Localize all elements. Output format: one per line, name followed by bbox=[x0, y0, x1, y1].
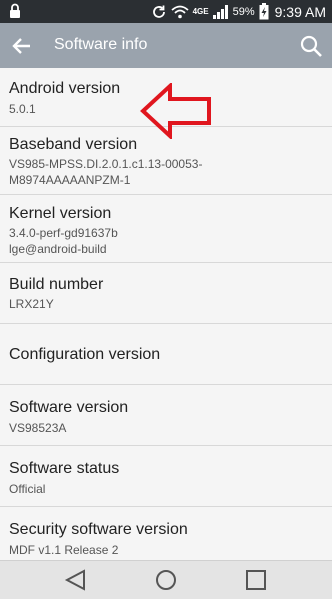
search-icon[interactable] bbox=[298, 33, 324, 59]
item-value-line-2: M8974AAAAANPZM-1 bbox=[9, 173, 131, 187]
wifi-icon bbox=[170, 5, 189, 18]
item-value: LRX21Y bbox=[9, 297, 54, 311]
item-title: Android version bbox=[9, 80, 121, 97]
app-bar: Software info bbox=[0, 23, 332, 68]
list-item-software-status[interactable]: Software status Official bbox=[0, 446, 332, 507]
network-type-label: 4GE bbox=[192, 6, 209, 16]
item-value-line-2: lge@android-build bbox=[9, 242, 107, 256]
annotation-arrow-icon bbox=[140, 83, 211, 139]
list-item-build-number[interactable]: Build number LRX21Y bbox=[0, 263, 332, 324]
battery-charging-icon bbox=[259, 3, 269, 20]
clock: 9:39 AM bbox=[274, 3, 326, 20]
signal-icon bbox=[212, 4, 228, 19]
item-title: Security software version bbox=[9, 521, 188, 538]
page-title: Software info bbox=[54, 36, 148, 53]
item-value: VS98523A bbox=[9, 421, 67, 435]
navigation-bar bbox=[0, 560, 332, 599]
item-title: Build number bbox=[9, 276, 104, 293]
item-title: Software status bbox=[9, 460, 120, 477]
list-item-kernel-version[interactable]: Kernel version 3.4.0-perf-gd91637b lge@a… bbox=[0, 195, 332, 263]
back-arrow-icon[interactable] bbox=[10, 34, 34, 58]
item-title: Configuration version bbox=[9, 346, 161, 363]
sync-icon bbox=[152, 5, 165, 18]
list-item-software-version[interactable]: Software version VS98523A bbox=[0, 385, 332, 446]
battery-percent: 59% bbox=[232, 5, 255, 18]
lock-icon bbox=[10, 3, 20, 18]
item-value: 5.0.1 bbox=[9, 102, 36, 116]
item-title: Software version bbox=[9, 399, 129, 416]
item-value: MDF v1.1 Release 2 bbox=[9, 543, 119, 557]
recent-apps-square-icon[interactable] bbox=[244, 569, 268, 591]
item-title: Baseband version bbox=[9, 136, 138, 153]
item-value: 3.4.0-perf-gd91637b bbox=[9, 226, 118, 240]
item-value: VS985-MPSS.DI.2.0.1.c1.13-00053- bbox=[9, 157, 203, 171]
list-item-configuration-version[interactable]: Configuration version bbox=[0, 324, 332, 385]
software-info-list: Android version 5.0.1 Baseband version V… bbox=[0, 68, 332, 560]
item-title: Kernel version bbox=[9, 205, 112, 222]
home-circle-icon[interactable] bbox=[154, 569, 178, 591]
status-bar: 4GE 59% 9:39 AM bbox=[0, 0, 332, 23]
back-triangle-icon[interactable] bbox=[64, 569, 88, 591]
item-value: Official bbox=[9, 482, 46, 496]
list-item-security-software-version[interactable]: Security software version MDF v1.1 Relea… bbox=[0, 507, 332, 560]
